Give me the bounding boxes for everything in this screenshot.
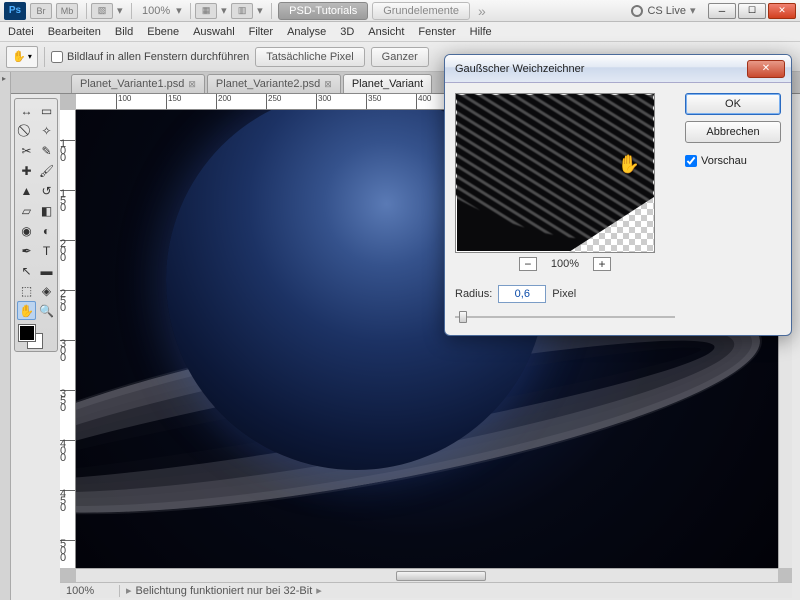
menu-filter[interactable]: Filter — [249, 26, 273, 38]
dialog-close-button[interactable]: ✕ — [747, 60, 785, 78]
cancel-button[interactable]: Abbrechen — [685, 121, 781, 143]
blur-tool-icon[interactable]: ◉ — [17, 221, 36, 240]
menu-3d[interactable]: 3D — [340, 26, 354, 38]
3d-camera-icon[interactable]: ◈ — [37, 281, 56, 300]
minibridge-icon[interactable]: Mb — [56, 3, 78, 19]
menu-fenster[interactable]: Fenster — [418, 26, 455, 38]
hand-cursor-icon: ✋ — [618, 154, 640, 175]
scrollbar-horizontal[interactable] — [76, 568, 778, 582]
eyedropper-tool-icon[interactable]: ✎ — [37, 141, 56, 160]
menu-auswahl[interactable]: Auswahl — [193, 26, 235, 38]
eraser-tool-icon[interactable]: ▱ — [17, 201, 36, 220]
radius-input[interactable] — [498, 285, 546, 303]
menu-analyse[interactable]: Analyse — [287, 26, 326, 38]
close-button[interactable]: ✕ — [768, 3, 796, 19]
workspace-more-icon[interactable]: » — [478, 3, 486, 19]
dialog-title: Gaußscher Weichzeichner — [455, 63, 584, 75]
tools-panel: ↔ ▭ ⃠ ✧ ✂ ✎ ✚ 🖌 ▲ ↺ ▱ ◧ ◉ ◐ ✒ T ↖ ▬ ⬚ ◈ … — [14, 98, 58, 352]
color-swatches[interactable] — [17, 323, 56, 349]
3d-tool-icon[interactable]: ⬚ — [17, 281, 36, 300]
gaussian-blur-dialog: Gaußscher Weichzeichner ✕ ✋ − 100% + Rad… — [444, 54, 792, 336]
view-extras-icon[interactable]: ▥ — [231, 3, 253, 19]
cs-live-button[interactable]: CS Live▾ — [631, 4, 700, 17]
menu-ansicht[interactable]: Ansicht — [368, 26, 404, 38]
scroll-all-checkbox[interactable]: Bildlauf in allen Fenstern durchführen — [51, 51, 249, 63]
preview-checkbox[interactable]: Vorschau — [685, 155, 781, 167]
pen-tool-icon[interactable]: ✒ — [17, 241, 36, 260]
status-zoom[interactable]: 100% — [60, 585, 120, 597]
zoom-level[interactable]: 100% — [142, 5, 170, 17]
screen-mode-icon[interactable]: ▧ — [91, 3, 113, 19]
workspace-tab-psdtutorials[interactable]: PSD-Tutorials — [278, 2, 368, 20]
photoshop-icon: Ps — [4, 2, 26, 20]
close-icon[interactable]: ⊠ — [324, 79, 332, 90]
actual-pixels-button[interactable]: Tatsächliche Pixel — [255, 47, 364, 67]
ruler-vertical: 100 150 200 250 300 350 400 450 500 — [60, 110, 76, 568]
menu-datei[interactable]: Datei — [8, 26, 34, 38]
doc-tab-3[interactable]: Planet_Variant — [343, 74, 432, 93]
stamp-tool-icon[interactable]: ▲ — [17, 181, 36, 200]
radius-unit: Pixel — [552, 288, 576, 300]
wand-tool-icon[interactable]: ✧ — [37, 121, 56, 140]
crop-tool-icon[interactable]: ✂ — [17, 141, 36, 160]
workspace-tab-grundelemente[interactable]: Grundelemente — [372, 2, 470, 20]
ok-button[interactable]: OK — [685, 93, 781, 115]
menu-bearbeiten[interactable]: Bearbeiten — [48, 26, 101, 38]
radius-slider[interactable] — [455, 309, 675, 325]
dialog-titlebar[interactable]: Gaußscher Weichzeichner ✕ — [445, 55, 791, 83]
collapsed-panel-strip[interactable] — [0, 72, 11, 600]
menu-bar: Datei Bearbeiten Bild Ebene Auswahl Filt… — [0, 22, 800, 42]
radius-label: Radius: — [455, 288, 492, 300]
path-tool-icon[interactable]: ↖ — [17, 261, 36, 280]
app-header: Ps Br Mb ▧▾ 100%▾ ▦▾ ▥▾ PSD-Tutorials Gr… — [0, 0, 800, 22]
menu-bild[interactable]: Bild — [115, 26, 133, 38]
menu-hilfe[interactable]: Hilfe — [470, 26, 492, 38]
bridge-icon[interactable]: Br — [30, 3, 52, 19]
arrange-icon[interactable]: ▦ — [195, 3, 217, 19]
hand-tool-icon[interactable]: ✋ — [17, 301, 36, 320]
gradient-tool-icon[interactable]: ◧ — [37, 201, 56, 220]
marquee-tool-icon[interactable]: ▭ — [37, 101, 56, 120]
close-icon[interactable]: ⊠ — [188, 79, 196, 90]
zoom-tool-icon[interactable]: 🔍 — [37, 301, 56, 320]
status-bar: 100% ▸Belichtung funktioniert nur bei 32… — [60, 582, 792, 598]
lasso-tool-icon[interactable]: ⃠ — [17, 121, 36, 140]
tool-preset[interactable]: ✋▾ — [6, 46, 38, 68]
healing-tool-icon[interactable]: ✚ — [17, 161, 36, 180]
move-tool-icon[interactable]: ↔ — [17, 101, 36, 120]
shape-tool-icon[interactable]: ▬ — [37, 261, 56, 280]
preview-zoom-level: 100% — [551, 258, 579, 270]
doc-tab-2[interactable]: Planet_Variante2.psd⊠ — [207, 74, 341, 93]
zoom-out-button[interactable]: − — [519, 257, 537, 271]
doc-tab-1[interactable]: Planet_Variante1.psd⊠ — [71, 74, 205, 93]
history-brush-icon[interactable]: ↺ — [37, 181, 56, 200]
filter-preview[interactable]: ✋ — [455, 93, 655, 253]
menu-ebene[interactable]: Ebene — [147, 26, 179, 38]
brush-tool-icon[interactable]: 🖌 — [37, 161, 56, 180]
maximize-button[interactable]: ☐ — [738, 3, 766, 19]
dodge-tool-icon[interactable]: ◐ — [37, 221, 56, 240]
minimize-button[interactable]: ─ — [708, 3, 736, 19]
zoom-in-button[interactable]: + — [593, 257, 611, 271]
type-tool-icon[interactable]: T — [37, 241, 56, 260]
fit-screen-button[interactable]: Ganzer — [371, 47, 429, 67]
status-info: ▸Belichtung funktioniert nur bei 32-Bit▸ — [120, 584, 322, 597]
